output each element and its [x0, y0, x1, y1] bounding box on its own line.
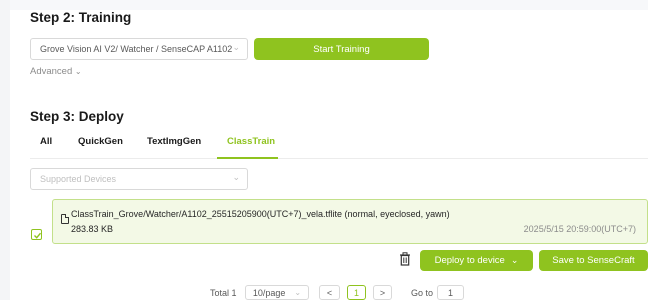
device-select[interactable]: Grove Vision AI V2/ Watcher / SenseCAP A…	[30, 38, 248, 60]
model-card[interactable]: ClassTrain_Grove/Watcher/A1102_255152059…	[52, 199, 648, 244]
device-select-value: Grove Vision AI V2/ Watcher / SenseCAP A…	[40, 44, 233, 54]
page-size-select[interactable]: 10/page ⌄	[245, 285, 309, 300]
chevron-down-icon: ⌄	[510, 255, 519, 265]
left-edge-panel	[0, 0, 10, 300]
advanced-label: Advanced	[30, 66, 73, 77]
chevron-down-icon: ⌄	[232, 172, 240, 182]
trash-icon[interactable]	[399, 252, 411, 266]
prev-page-button[interactable]: <	[319, 285, 340, 300]
goto-page-input[interactable]: 1	[437, 285, 464, 300]
checkbox-checked-icon	[34, 232, 42, 239]
goto-label: Go to	[411, 288, 434, 298]
chevron-down-icon: ⌄	[294, 288, 302, 297]
chevron-down-icon: ⌄	[232, 42, 240, 52]
active-tab-indicator	[217, 157, 278, 159]
tab-classtrain[interactable]: ClassTrain	[227, 136, 275, 147]
tab-all[interactable]: All	[40, 136, 52, 147]
deploy-tabs: All QuickGen TextImgGen ClassTrain	[30, 136, 648, 159]
advanced-toggle[interactable]: Advanced ⌄	[30, 66, 82, 77]
deploy-button-label: Deploy to device	[434, 255, 505, 266]
model-file-name: ClassTrain_Grove/Watcher/A1102_255152059…	[71, 209, 450, 219]
start-training-button[interactable]: Start Training	[254, 38, 429, 60]
step2-title: Step 2: Training	[30, 10, 132, 25]
pagination-total: Total 1	[210, 288, 237, 298]
chevron-down-icon: ⌄	[74, 67, 82, 76]
model-checkbox[interactable]	[31, 229, 42, 240]
file-icon	[61, 214, 69, 224]
supported-devices-select[interactable]: Supported Devices ⌄	[30, 168, 248, 190]
step3-title: Step 3: Deploy	[30, 109, 124, 124]
tab-quickgen[interactable]: QuickGen	[78, 136, 123, 147]
supported-devices-placeholder: Supported Devices	[40, 174, 117, 184]
next-page-button[interactable]: >	[373, 285, 392, 300]
tab-textimggen[interactable]: TextImgGen	[147, 136, 201, 147]
deploy-to-device-button[interactable]: Deploy to device ⌄	[420, 250, 533, 271]
model-date: 2025/5/15 20:59:00(UTC+7)	[523, 224, 636, 234]
page-size-value: 10/page	[252, 287, 286, 298]
save-to-sensecraft-button[interactable]: Save to SenseCraft	[539, 250, 648, 271]
model-file-size: 283.83 KB	[71, 224, 114, 234]
page-1-button[interactable]: 1	[347, 285, 366, 300]
top-divider	[10, 0, 648, 10]
